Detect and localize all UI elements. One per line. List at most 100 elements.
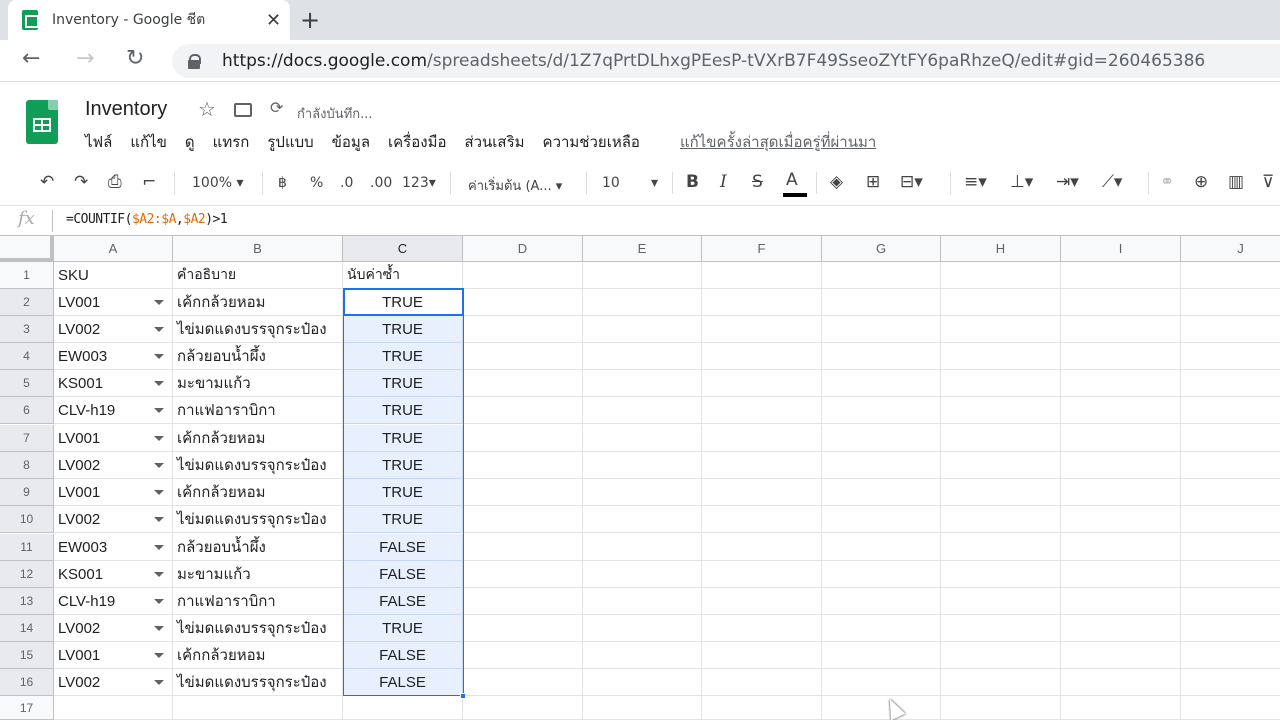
empty-cell[interactable] bbox=[941, 588, 1061, 615]
duplicate-count-cell[interactable]: TRUE bbox=[343, 316, 463, 343]
reload-icon[interactable]: ↻ bbox=[126, 46, 144, 71]
menu-data[interactable]: ข้อมูล bbox=[332, 130, 370, 154]
empty-cell[interactable] bbox=[941, 534, 1061, 561]
empty-cell[interactable] bbox=[583, 289, 702, 316]
horizontal-align-icon[interactable]: ≡▾ bbox=[964, 172, 987, 192]
empty-cell[interactable] bbox=[822, 316, 941, 343]
fill-handle[interactable] bbox=[460, 693, 466, 699]
row-header-1[interactable]: 1 bbox=[0, 262, 54, 289]
sku-cell[interactable]: LV002 bbox=[54, 316, 173, 343]
empty-cell[interactable] bbox=[583, 534, 702, 561]
description-cell[interactable]: เค้กกล้วยหอม bbox=[173, 642, 343, 669]
empty-cell[interactable] bbox=[941, 615, 1061, 642]
document-title[interactable]: Inventory bbox=[85, 98, 167, 121]
empty-cell[interactable] bbox=[463, 506, 583, 533]
empty-cell[interactable] bbox=[822, 588, 941, 615]
insert-chart-icon[interactable]: ▥ bbox=[1228, 172, 1244, 192]
empty-cell[interactable] bbox=[1061, 642, 1181, 669]
empty-cell[interactable] bbox=[1061, 316, 1181, 343]
empty-cell[interactable] bbox=[822, 289, 941, 316]
row-header-7[interactable]: 7 bbox=[0, 425, 54, 452]
dropdown-arrow-icon[interactable] bbox=[154, 490, 164, 495]
cell-g1[interactable] bbox=[822, 262, 941, 289]
empty-cell[interactable] bbox=[702, 343, 822, 370]
empty-cell[interactable] bbox=[1061, 397, 1181, 424]
empty-cell[interactable] bbox=[583, 316, 702, 343]
column-header-a[interactable]: A bbox=[54, 236, 173, 262]
empty-cell[interactable] bbox=[941, 506, 1061, 533]
description-cell[interactable]: ไข่มดแดงบรรจุกระป๋อง bbox=[173, 615, 343, 642]
empty-cell[interactable] bbox=[1061, 479, 1181, 506]
description-cell[interactable]: กาแฟอาราบิกา bbox=[173, 397, 343, 424]
print-icon[interactable]: ⎙ bbox=[108, 172, 122, 192]
column-header-g[interactable]: G bbox=[822, 236, 941, 262]
duplicate-count-cell[interactable]: FALSE bbox=[343, 534, 463, 561]
empty-cell[interactable] bbox=[463, 588, 583, 615]
font-size-select[interactable]: 10 ▾ bbox=[602, 175, 658, 191]
empty-cell[interactable] bbox=[702, 561, 822, 588]
dropdown-arrow-icon[interactable] bbox=[154, 463, 164, 468]
empty-cell[interactable] bbox=[702, 506, 822, 533]
empty-cell[interactable] bbox=[1061, 343, 1181, 370]
empty-cell[interactable] bbox=[463, 343, 583, 370]
currency-format-button[interactable]: ฿ bbox=[278, 175, 287, 191]
cell-i1[interactable] bbox=[1061, 262, 1181, 289]
description-cell[interactable]: ไข่มดแดงบรรจุกระป๋อง bbox=[173, 669, 343, 696]
empty-cell[interactable] bbox=[1181, 669, 1280, 696]
empty-cell[interactable] bbox=[1181, 588, 1280, 615]
row-header-3[interactable]: 3 bbox=[0, 316, 54, 343]
empty-cell[interactable] bbox=[1181, 642, 1280, 669]
cell-e1[interactable] bbox=[583, 262, 702, 289]
row-header-9[interactable]: 9 bbox=[0, 479, 54, 506]
empty-cell[interactable] bbox=[822, 370, 941, 397]
formula-input[interactable]: =COUNTIF($A2:$A,$A2)>1 bbox=[66, 212, 228, 227]
empty-cell[interactable] bbox=[822, 479, 941, 506]
empty-cell[interactable] bbox=[822, 343, 941, 370]
empty-cell[interactable] bbox=[463, 370, 583, 397]
redo-icon[interactable]: ↷ bbox=[74, 172, 88, 192]
duplicate-count-cell[interactable]: FALSE bbox=[343, 561, 463, 588]
empty-cell[interactable] bbox=[463, 479, 583, 506]
dropdown-arrow-icon[interactable] bbox=[154, 680, 164, 685]
duplicate-count-cell[interactable]: FALSE bbox=[343, 669, 463, 696]
empty-cell[interactable] bbox=[822, 561, 941, 588]
cell-j1[interactable] bbox=[1181, 262, 1280, 289]
empty-cell[interactable] bbox=[583, 588, 702, 615]
empty-cell[interactable] bbox=[702, 696, 822, 720]
back-icon[interactable]: ← bbox=[22, 46, 40, 71]
empty-cell[interactable] bbox=[941, 370, 1061, 397]
row-header-5[interactable]: 5 bbox=[0, 370, 54, 397]
empty-cell[interactable] bbox=[463, 534, 583, 561]
empty-cell[interactable] bbox=[702, 289, 822, 316]
row-header-17[interactable]: 17 bbox=[0, 696, 54, 720]
description-cell[interactable]: มะขามแก้ว bbox=[173, 561, 343, 588]
empty-cell[interactable] bbox=[1181, 534, 1280, 561]
empty-cell[interactable] bbox=[1181, 561, 1280, 588]
empty-cell[interactable] bbox=[583, 452, 702, 479]
sku-cell[interactable]: LV002 bbox=[54, 506, 173, 533]
text-rotate-icon[interactable]: ⟋▾ bbox=[1102, 172, 1122, 192]
row-header-4[interactable]: 4 bbox=[0, 343, 54, 370]
column-header-d[interactable]: D bbox=[463, 236, 583, 262]
empty-cell[interactable] bbox=[941, 316, 1061, 343]
empty-cell[interactable] bbox=[1181, 452, 1280, 479]
row-header-11[interactable]: 11 bbox=[0, 534, 54, 561]
text-wrap-icon[interactable]: ⇥▾ bbox=[1056, 172, 1079, 192]
duplicate-count-cell[interactable]: TRUE bbox=[343, 506, 463, 533]
column-header-f[interactable]: F bbox=[702, 236, 822, 262]
empty-cell[interactable] bbox=[583, 561, 702, 588]
duplicate-count-cell[interactable]: TRUE bbox=[343, 289, 463, 316]
empty-cell[interactable] bbox=[1061, 506, 1181, 533]
cell-h1[interactable] bbox=[941, 262, 1061, 289]
cell-d1[interactable] bbox=[463, 262, 583, 289]
empty-cell[interactable] bbox=[463, 452, 583, 479]
dropdown-arrow-icon[interactable] bbox=[154, 300, 164, 305]
empty-cell[interactable] bbox=[1061, 452, 1181, 479]
empty-cell[interactable] bbox=[702, 669, 822, 696]
cell-b1[interactable]: คำอธิบาย bbox=[173, 262, 343, 289]
empty-cell[interactable] bbox=[1181, 696, 1280, 720]
empty-cell[interactable] bbox=[1181, 316, 1280, 343]
empty-cell[interactable] bbox=[702, 534, 822, 561]
insert-comment-icon[interactable]: ⊕ bbox=[1194, 172, 1208, 192]
browser-tab[interactable]: Inventory - Google ชีต ✕ bbox=[8, 0, 290, 40]
